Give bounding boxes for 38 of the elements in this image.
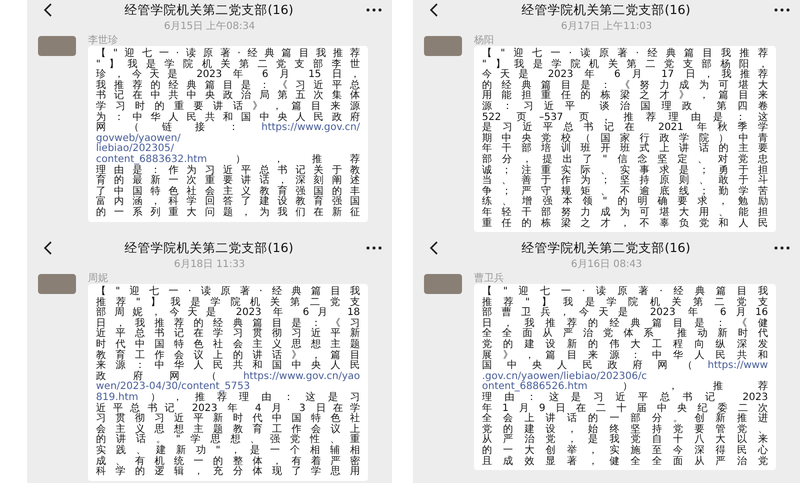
chat-title: 经管学院机关第二党支部(16) xyxy=(124,240,294,256)
link[interactable]: content_6883632.htm xyxy=(96,154,208,165)
timestamp: 6月18日 11:33 xyxy=(172,258,246,272)
link[interactable]: ontent_6886526.htm xyxy=(482,381,588,392)
sender-name: 李世珍 xyxy=(88,36,119,46)
link[interactable]: https://www.gov.cn/ xyxy=(261,122,360,134)
back-icon[interactable] xyxy=(43,241,52,255)
back-icon[interactable] xyxy=(43,3,52,17)
back-icon[interactable] xyxy=(429,3,438,17)
more-icon[interactable] xyxy=(774,246,790,250)
avatar-photo-placeholder xyxy=(424,36,462,56)
more-icon[interactable] xyxy=(366,246,382,250)
timestamp: 6月16日 08:43 xyxy=(570,258,644,272)
avatar-photo-placeholder xyxy=(38,36,76,56)
message-text: 【"迎七一·读原著·经典篇目我推荐 "】我是学院机关第二党支部杨阳， 今天是 2023 年 6 月 17 日，我推荐 的经典篇目是：《努力成为可堪大 用能担重任的栋梁之才》，篇目来 源：习近平 谈治国理政 第四卷 522 页–537 页，推荐理由是：这 是习近平总书记在 2021 年秋季学 期中央党校（国家行政学院）中青 年干部培训班开班式上讲话的主要 部分，提出了"信念坚定、对党忠 诚；注重实际、实事求是；勇于担 当、善于作为；坚持原则、敢于斗 争；严守规矩、不逾底线；勤学苦 练、增强本领"的明确要求，勉励 年轻干部努力成为可堪大用、能担 重任的栋梁之才，不辜负党和人民 xyxy=(482,49,768,230)
link[interactable]: https://www.gov.cn/yao xyxy=(243,370,360,382)
link[interactable]: govweb/yaowen/ xyxy=(96,132,181,144)
sender-name: 周妮 xyxy=(88,274,109,284)
message-text: 【"迎七一·读原著·经典篇目我推荐 "】我是学院机关第二党支部李世 珍，今天是 2023 年 6 月 15 日， 我推荐的经典篇目是：《习近平总 书记在中共中央政治局第五次集体 学习时的重要讲话》，篇目来源 为：中华人民共和国中央人民政府 网（链接：https://www.gov.cn/ govweb/yaowen/ liebiao/202305/ content_6883632.htm），推荐 理由是：作为习近平总书记关于教 育的最新一次重要讲话，深刻阐述 了中国特色社会主义教育强国的丰 富内涵，科学回答了建设教育强国 的一系列重大问题，为我们在新征 xyxy=(96,49,360,218)
avatar-photo-placeholder xyxy=(38,274,76,294)
chat-title: 经管学院机关第二党支部(16) xyxy=(124,2,294,18)
sender-name: 曹卫兵 xyxy=(474,274,505,284)
link[interactable]: 819.htm xyxy=(96,392,138,403)
more-icon[interactable] xyxy=(366,8,382,12)
message-text: 【"迎七一·读原著·经典篇目我 推荐"】我是学院机关第二党支 部曹卫兵，今天是 2023 年 6月16 日，我推荐的经典篇目是：《健 全全面从严治党体系 推动新时代 党的建设新的伟大工程向纵深发 展》，篇目来源：中华人民共和 国中央人民政府网（https://www .gov.cn/yaowen/liebiao/202306/c ontent_6886526.htm），推荐 理由：这是习近平总书记 2023 年1月9日在二十届中央纪委二次 全会上讲话的一部分。创新推进 党的建设，始终坚持党要管党、 从严治党，是我党自十八大以来 的一大创举，实施至今深得民心 且成效显著，健全全面从严治党 xyxy=(482,287,768,468)
back-icon[interactable] xyxy=(429,241,438,255)
chat-title: 经管学院机关第二党支部(16) xyxy=(520,240,692,256)
more-icon[interactable] xyxy=(774,8,790,12)
message-text: 【"迎七一·读原著·经典篇目我 推荐"】我是学院机关第二党支 部周妮，今天是 2023 年 6月 18 日，我推荐的经典篇目是：《习 近平总书记在学习贯彻习近平新 时代中国特色社会主义思想主题 教育工作会议上的讲话》，篇目 来源：中华人民共和国中央人民 政府网（https://www.gov.cn/yao wen/2023-04/30/content_5753 819.htm），推荐理由：这是习 近平总书记 2023 年 4 月 3 日在学 习贯彻习近平新时代中国特色社 会主义思想主题教育工作会议上 的讲话。"学思想、强党性、重 实践、建新功"，是一个相辅相 成、有机统一的整体，有着严密 科学的逻辑，充分体现了学思用 xyxy=(96,287,360,478)
avatar-photo-placeholder xyxy=(424,274,462,294)
timestamp: 6月17日 上午11:03 xyxy=(560,20,654,34)
timestamp: 6月15日 上午08:34 xyxy=(162,20,256,34)
chat-title: 经管学院机关第二党支部(16) xyxy=(520,2,692,18)
link[interactable]: wen/2023-04/30/content_5753 xyxy=(96,381,250,392)
link[interactable]: https://www xyxy=(708,360,768,372)
sender-name: 杨阳 xyxy=(474,36,495,46)
link[interactable]: .gov.cn/yaowen/liebiao/202306/c xyxy=(482,370,647,382)
link[interactable]: liebiao/202305/ xyxy=(96,143,174,154)
